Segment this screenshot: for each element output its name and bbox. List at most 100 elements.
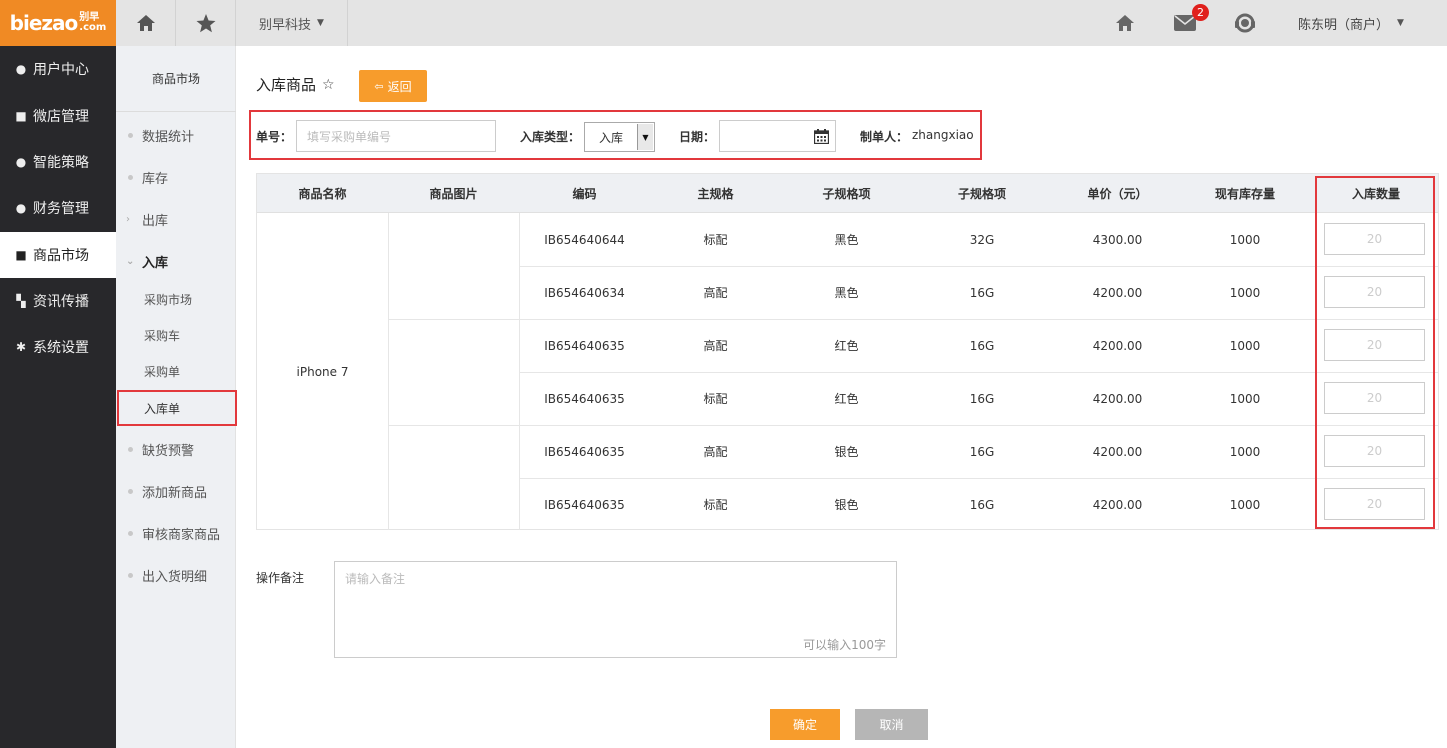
cell-sub-spec-1: 红色 <box>834 339 859 353</box>
note-label: 操作备注 <box>256 571 305 585</box>
logo-sub-bottom: .com <box>79 22 107 33</box>
subnav-child-purchase-cart[interactable]: 采购车 <box>116 317 236 353</box>
sidebar-item-settings[interactable]: ✱ 系统设置 <box>0 324 116 370</box>
sidebar-item-finance[interactable]: ● 财务管理 <box>0 185 116 231</box>
subnav-item-outbound[interactable]: › 出库 <box>116 201 236 237</box>
star-icon <box>196 13 215 32</box>
maker-value: zhangxiao <box>912 128 974 142</box>
sidebar-item-label: 用户中心 <box>33 62 89 78</box>
maker-label: 制单人： <box>860 130 909 144</box>
top-home-button[interactable] <box>1112 10 1138 36</box>
grid-icon: ▚ <box>16 294 26 308</box>
subnav-item-label: 审核商家商品 <box>142 527 221 543</box>
cell-main-spec: 标配 <box>703 498 728 512</box>
cell-price: 4200.00 <box>1092 338 1143 353</box>
cell-code: IB654640635 <box>544 391 625 406</box>
cell-sub-spec-2: 16G <box>969 497 995 512</box>
cell-code: IB654640635 <box>544 444 625 459</box>
home-button[interactable] <box>116 0 176 46</box>
sidebar-item-market[interactable]: ■ 商品市场 <box>0 232 116 278</box>
chevron-down-icon: ▼ <box>317 18 324 28</box>
order-number-input[interactable]: 填写采购单编号 <box>296 120 496 152</box>
sidebar-item-news[interactable]: ▚ 资讯传播 <box>0 278 116 324</box>
sidebar-item-label: 财务管理 <box>33 201 89 217</box>
company-dropdown[interactable]: 别早科技 ▼ <box>236 0 348 46</box>
cell-sub-spec-2: 32G <box>969 232 995 247</box>
back-arrow-icon: ⇦ <box>374 79 384 93</box>
th-stock: 现有库存量 <box>1214 187 1275 201</box>
subnav-item-add-product[interactable]: 添加新商品 <box>116 473 236 509</box>
back-button[interactable]: ⇦ 返回 <box>359 70 427 102</box>
calendar-icon <box>814 129 829 144</box>
note-textarea[interactable]: 请输入备注 可以输入100字 <box>334 561 897 658</box>
finance-icon: ● <box>15 201 27 215</box>
date-input[interactable] <box>719 120 836 152</box>
subnav-child-purchase-market[interactable]: 采购市场 <box>116 281 236 317</box>
subnav-title: 商品市场 <box>116 46 236 112</box>
cell-price: 4200.00 <box>1092 285 1143 300</box>
subnav-item-review[interactable]: 审核商家商品 <box>116 515 236 551</box>
th-main-spec: 主规格 <box>697 187 734 201</box>
sidebar-item-strategy[interactable]: ● 智能策略 <box>0 139 116 185</box>
cell-price: 4300.00 <box>1092 232 1143 247</box>
bullet-icon <box>128 132 133 138</box>
sidebar-item-label: 智能策略 <box>33 155 89 171</box>
service-button[interactable] <box>1232 10 1258 36</box>
cell-price: 4200.00 <box>1092 497 1143 512</box>
shop-icon: ■ <box>15 109 27 123</box>
chevron-down-icon: ▼ <box>1397 18 1404 28</box>
bullet-icon <box>128 572 133 578</box>
cell-main-spec: 标配 <box>703 392 728 406</box>
user-menu[interactable]: 陈东明（商户） ▼ <box>1298 0 1404 46</box>
subnav-item-inbound[interactable]: ⌄ 入库 <box>116 243 236 279</box>
favorites-button[interactable] <box>176 0 236 46</box>
subnav-item-label: 出库 <box>142 213 169 229</box>
bullet-icon <box>128 530 133 536</box>
cell-sub-spec-1: 红色 <box>834 392 859 406</box>
cell-price: 4200.00 <box>1092 391 1143 406</box>
sidebar-item-label: 系统设置 <box>33 340 89 356</box>
cell-code: IB654640634 <box>544 285 625 300</box>
type-select-value: 入库 <box>599 130 624 145</box>
chevron-down-icon: ▼ <box>637 124 653 150</box>
cell-main-spec: 标配 <box>703 233 728 247</box>
strategy-icon: ● <box>15 155 27 169</box>
headset-icon <box>1235 13 1255 33</box>
cell-stock: 1000 <box>1229 338 1261 353</box>
cell-sub-spec-2: 16G <box>969 444 995 459</box>
note-placeholder: 请输入备注 <box>345 572 406 586</box>
sidebar-item-shop[interactable]: ■ 微店管理 <box>0 93 116 139</box>
cell-sub-spec-2: 16G <box>969 391 995 406</box>
subnav-item-shortage[interactable]: 缺货预警 <box>116 431 236 467</box>
market-icon: ■ <box>15 248 27 262</box>
type-select[interactable]: 入库 ▼ <box>584 122 655 152</box>
home-icon <box>136 15 155 31</box>
sidebar-item-label: 商品市场 <box>33 248 89 264</box>
cell-code: IB654640635 <box>544 497 625 512</box>
cancel-button[interactable]: 取消 <box>855 709 928 740</box>
divider <box>388 213 389 530</box>
cell-sub-spec-2: 16G <box>969 285 995 300</box>
cell-sub-spec-1: 银色 <box>834 498 859 512</box>
home-icon <box>1116 15 1134 31</box>
confirm-button[interactable]: 确定 <box>770 709 840 740</box>
subnav-child-inbound-order[interactable]: 入库单 <box>117 390 237 426</box>
cell-main-spec: 高配 <box>703 445 728 459</box>
subnav-item-statistics[interactable]: 数据统计 <box>116 117 236 153</box>
gear-icon: ✱ <box>15 340 27 354</box>
date-label: 日期： <box>679 130 716 144</box>
subnav-child-purchase-order[interactable]: 采购单 <box>116 353 236 389</box>
cell-stock: 1000 <box>1229 444 1261 459</box>
cell-sub-spec-1: 黑色 <box>834 286 859 300</box>
cell-code: IB654640635 <box>544 338 625 353</box>
cell-price: 4200.00 <box>1092 444 1143 459</box>
sidebar-item-user-center[interactable]: ● 用户中心 <box>0 46 116 92</box>
subnav-item-details[interactable]: 出入货明细 <box>116 557 236 593</box>
cell-code: IB654640644 <box>544 232 625 247</box>
inbound-table: 商品名称 商品图片 编码 主规格 子规格项 子规格项 单价（元） 现有库存量 入… <box>256 173 1439 530</box>
brand-logo[interactable]: biezao 别早 .com <box>0 0 116 46</box>
secondary-sidebar: 商品市场 数据统计 库存 › 出库 ⌄ 入库 采购市场 采购车 采购单 入库单 … <box>116 46 237 748</box>
cell-stock: 1000 <box>1229 391 1261 406</box>
subnav-item-stock[interactable]: 库存 <box>116 159 236 195</box>
star-outline-icon[interactable]: ☆ <box>322 77 335 93</box>
